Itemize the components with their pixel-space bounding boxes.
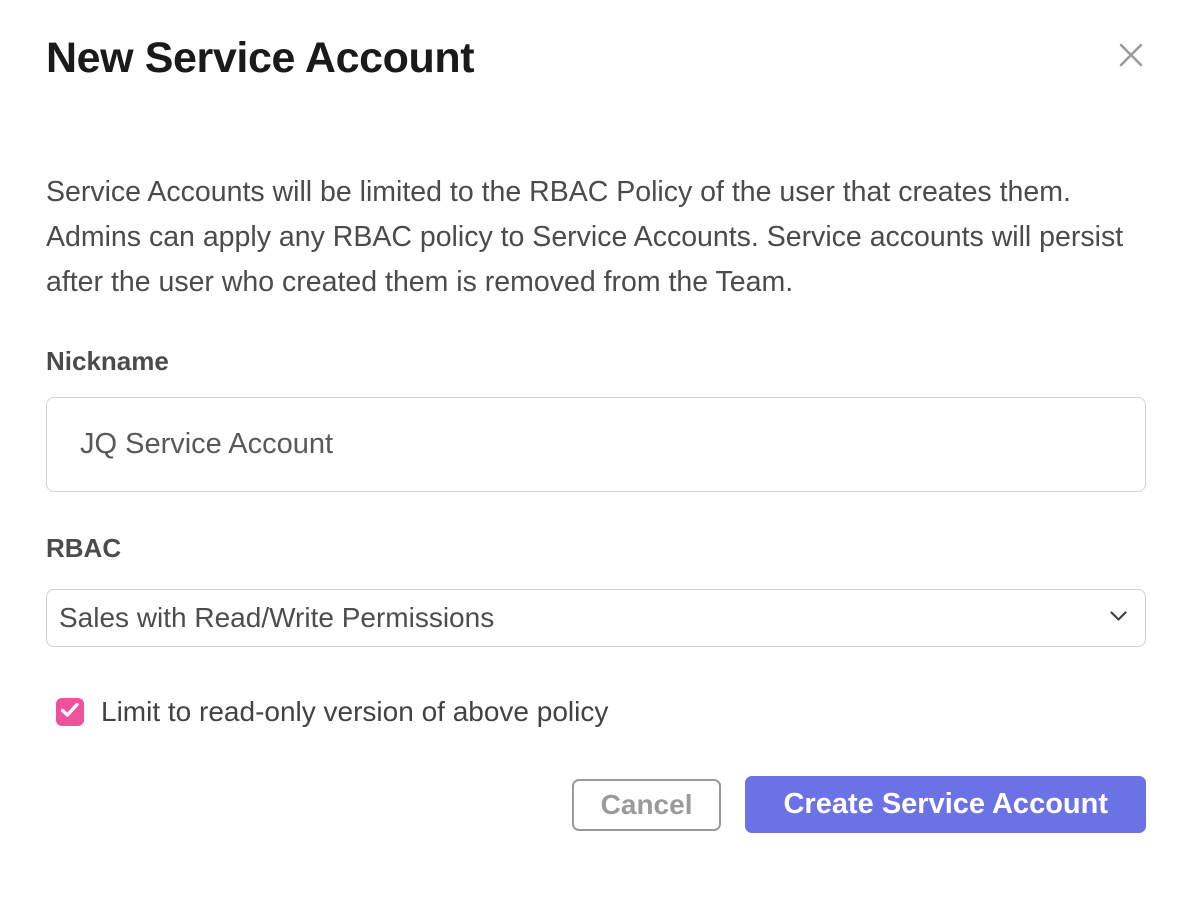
rbac-label: RBAC (46, 532, 1146, 564)
rbac-selected-value: Sales with Read/Write Permissions (59, 602, 494, 634)
create-service-account-button[interactable]: Create Service Account (745, 776, 1146, 833)
limit-readonly-row: Limit to read-only version of above poli… (56, 696, 1146, 728)
modal-description: Service Accounts will be limited to the … (46, 170, 1146, 305)
modal-footer: Cancel Create Service Account (46, 776, 1146, 833)
nickname-input[interactable] (46, 397, 1146, 492)
checkmark-icon (61, 703, 79, 722)
cancel-button[interactable]: Cancel (572, 779, 722, 831)
chevron-down-icon (1110, 609, 1127, 627)
nickname-label: Nickname (46, 345, 1146, 377)
limit-readonly-checkbox[interactable] (56, 698, 84, 726)
close-button[interactable] (1116, 40, 1146, 70)
modal-header: New Service Account (46, 34, 1146, 82)
modal-title: New Service Account (46, 34, 474, 82)
rbac-select[interactable]: Sales with Read/Write Permissions (46, 589, 1146, 647)
new-service-account-modal: New Service Account Service Accounts wil… (0, 0, 1190, 904)
close-icon (1116, 58, 1146, 73)
limit-readonly-label: Limit to read-only version of above poli… (101, 696, 608, 728)
